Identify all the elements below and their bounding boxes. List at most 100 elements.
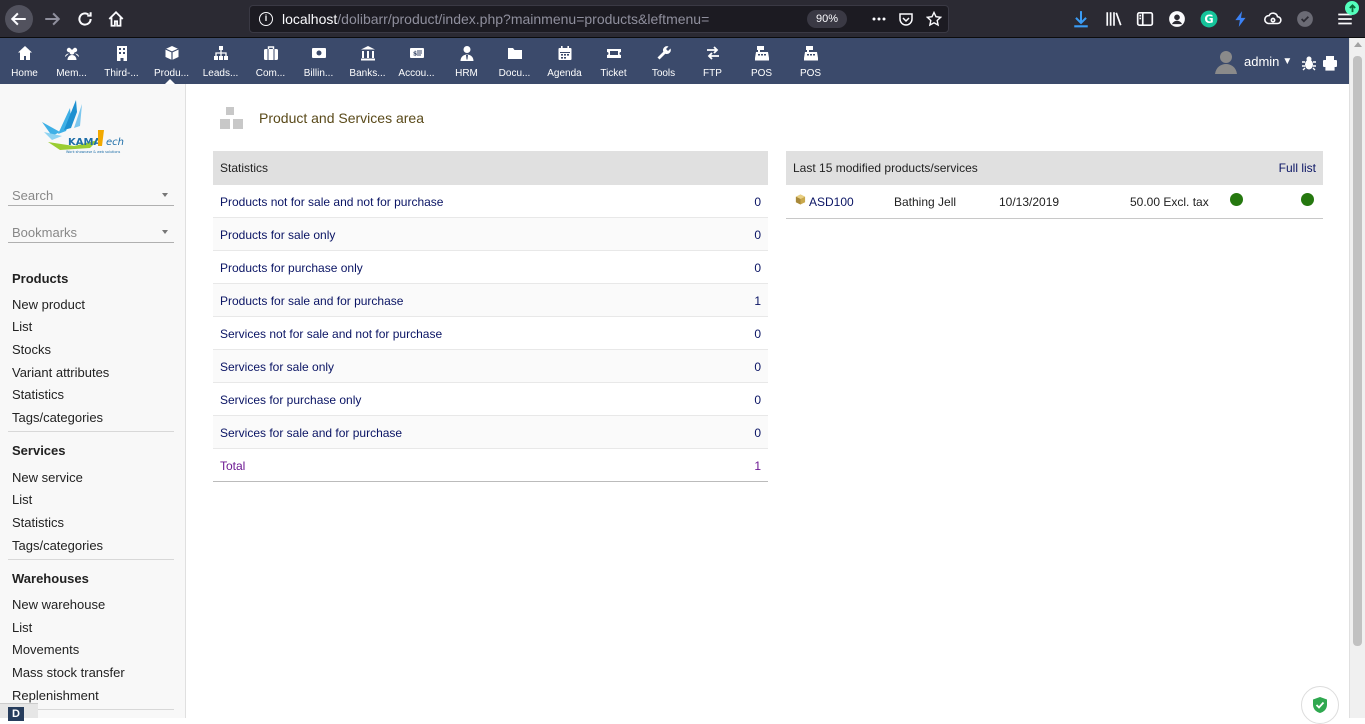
sidebar-divider [8,431,174,432]
sidebar-link-variant-attributes[interactable]: Variant attributes [12,365,109,380]
top-menu-item-third[interactable]: Third-... [97,38,146,84]
top-menu-item-home[interactable]: Home [0,38,49,84]
top-menu-item-mem[interactable]: Mem... [47,38,96,84]
table-row: Products for sale and for purchase 1 [213,284,768,317]
sidebar-section-products[interactable]: Products [12,271,68,286]
statistics-row-link[interactable]: Products for sale only [220,228,335,242]
statistics-row-link[interactable]: Services for sale only [220,360,334,374]
table-row: Products for purchase only 0 [213,251,768,284]
statistics-row-link[interactable]: Services for sale and for purchase [220,426,402,440]
top-menu-item-agenda[interactable]: Agenda [540,38,589,84]
sidebar-link-product-list[interactable]: List [12,319,32,334]
sidebar-link-mass-stock-transfer[interactable]: Mass stock transfer [12,665,125,680]
top-menu-label: Third-... [104,68,139,79]
user-name[interactable]: admin [1244,54,1279,69]
sidebar-section-services[interactable]: Services [12,443,66,458]
update-badge[interactable] [1345,1,1359,15]
top-menu-item-produ[interactable]: Produ... [147,38,196,84]
bookmark-star-button[interactable] [924,9,944,29]
info-icon[interactable]: i [259,12,273,26]
home-button[interactable] [101,4,131,34]
sidebar-link-service-list[interactable]: List [12,492,32,507]
sidebar-link-service-tags[interactable]: Tags/categories [12,538,103,553]
top-menu-label: Agenda [547,68,582,79]
statistics-row-link[interactable]: Products not for sale and not for purcha… [220,195,443,209]
top-menu-item-pos[interactable]: POS [786,38,835,84]
statistics-row-count[interactable]: 1 [754,294,761,308]
statistics-header-label: Statistics [220,161,269,175]
page-scrollbar[interactable] [1349,38,1365,718]
statistics-row-count[interactable]: 0 [754,426,761,440]
more-actions-button[interactable] [869,9,889,29]
sidebar-link-service-statistics[interactable]: Statistics [12,515,64,530]
vpn-extension-button[interactable] [1262,8,1284,30]
top-menu-item-hrm[interactable]: HRM [442,38,491,84]
statistics-row-count[interactable]: 0 [754,360,761,374]
full-list-link[interactable]: Full list [1279,161,1316,175]
zoom-level[interactable]: 90% [807,10,847,28]
top-menu-item-banks[interactable]: Banks... [343,38,392,84]
user-menu[interactable]: admin ▼ [1213,48,1292,74]
sidebar-section-warehouses[interactable]: Warehouses [12,571,89,586]
statistics-row-count[interactable]: 0 [754,261,761,275]
statistics-row-link[interactable]: Products for purchase only [220,261,363,275]
sidebar-toggle-button[interactable] [1134,8,1156,30]
check-extension-button[interactable] [1294,8,1316,30]
top-menu-item-tools[interactable]: Tools [639,38,688,84]
cube-icon [147,45,196,61]
top-menu-item-ticket[interactable]: Ticket [589,38,638,84]
wrench-icon [657,46,671,60]
top-menu-item-ftp[interactable]: FTP [688,38,737,84]
statistics-row-link[interactable]: Products for sale and for purchase [220,294,403,308]
bug-icon[interactable] [1301,55,1317,71]
pocket-button[interactable] [896,9,916,29]
back-button[interactable] [5,5,33,33]
sidebar-link-new-service[interactable]: New service [12,470,83,485]
print-icon[interactable] [1322,55,1338,71]
top-menu-item-accou[interactable]: $ Accou... [392,38,441,84]
address-bar[interactable]: i localhost/dolibarr/product/index.php?m… [249,5,949,33]
forward-button[interactable] [37,4,67,34]
product-ref-link[interactable]: ASD100 [809,195,854,209]
library-button[interactable] [1103,8,1125,30]
scroll-up-arrow[interactable] [1354,42,1362,47]
search-select[interactable]: Search [8,184,174,206]
top-menu-label: Com... [255,68,286,79]
security-shield-button[interactable] [1301,686,1339,724]
briefcase-icon [263,46,278,60]
grammarly-extension-button[interactable]: G [1198,8,1220,30]
sidebar-link-warehouse-list[interactable]: List [12,620,32,635]
table-row: Products not for sale and not for purcha… [213,185,768,218]
top-menu-item-pos[interactable]: POS [737,38,786,84]
dolibarr-badge-icon: D [8,707,24,721]
top-menu-item-billin[interactable]: Billin... [294,38,343,84]
left-sidebar: KAMA ech Work showcase & web solutions S… [0,84,186,718]
arrow-right-icon [45,12,61,26]
account-button[interactable] [1166,8,1188,30]
statistics-row-count[interactable]: 0 [754,393,761,407]
sidebar-link-product-statistics[interactable]: Statistics [12,387,64,402]
sidebar-link-stocks[interactable]: Stocks [12,342,51,357]
statistics-row-count[interactable]: 0 [754,228,761,242]
scroll-thumb[interactable] [1353,56,1362,646]
sidebar-link-new-product[interactable]: New product [12,297,85,312]
top-menu-label: Banks... [349,68,386,79]
statistics-row-link[interactable]: Services not for sale and not for purcha… [220,327,442,341]
sidebar-link-replenishment[interactable]: Replenishment [12,688,99,703]
statistics-row-link[interactable]: Services for purchase only [220,393,361,407]
top-menu-item-com[interactable]: Com... [246,38,295,84]
sidebar-link-movements[interactable]: Movements [12,642,79,657]
bookmarks-select[interactable]: Bookmarks [8,221,174,243]
url-text[interactable]: localhost/dolibarr/product/index.php?mai… [282,11,709,27]
bottom-left-widget[interactable]: D [0,703,38,721]
statistics-total-value: 1 [754,459,761,473]
sidebar-link-new-warehouse[interactable]: New warehouse [12,597,105,612]
top-menu-item-docu[interactable]: Docu... [490,38,539,84]
statistics-row-count[interactable]: 0 [754,195,761,209]
downloads-button[interactable] [1070,8,1092,30]
top-menu-item-leads[interactable]: Leads... [196,38,245,84]
sidebar-link-product-tags[interactable]: Tags/categories [12,410,103,425]
reload-button[interactable] [70,4,100,34]
statistics-row-count[interactable]: 0 [754,327,761,341]
extension-button[interactable] [1230,8,1252,30]
